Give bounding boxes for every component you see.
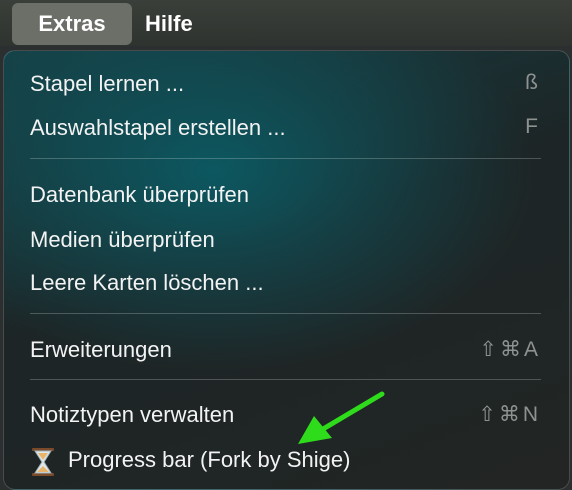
menu-item-auswahlstapel-erstellen[interactable]: Auswahlstapel erstellen ... F xyxy=(30,109,541,145)
menu-item-shortcut: F xyxy=(525,115,541,138)
extras-dropdown-menu: Stapel lernen ... ß Auswahlstapel erstel… xyxy=(3,50,570,490)
menu-item-shortcut: ⇧⌘A xyxy=(479,338,541,361)
green-arrow-annotation-icon xyxy=(298,391,385,444)
menu-item-progress-bar[interactable]: Progress bar (Fork by Shige) xyxy=(30,441,541,477)
menu-separator xyxy=(30,379,541,380)
menu-separator xyxy=(30,313,541,314)
menu-item-shortcut: ⇧⌘N xyxy=(478,403,541,426)
menu-item-stapel-lernen[interactable]: Stapel lernen ... ß xyxy=(30,65,541,101)
menu-item-erweiterungen[interactable]: Erweiterungen ⇧⌘A xyxy=(30,331,541,367)
menu-item-label: Auswahlstapel erstellen ... xyxy=(30,115,286,140)
menubar-extras[interactable]: Extras xyxy=(12,3,132,45)
menu-item-label: Leere Karten löschen ... xyxy=(30,270,264,295)
menu-item-leere-karten-loeschen[interactable]: Leere Karten löschen ... xyxy=(30,264,541,300)
menu-separator xyxy=(30,158,541,159)
menubar: Extras Hilfe xyxy=(0,0,572,46)
menu-item-label: Notiztypen verwalten xyxy=(30,402,235,427)
menu-item-label: Medien überprüfen xyxy=(30,227,215,252)
menubar-hilfe[interactable]: Hilfe xyxy=(145,3,193,45)
menu-item-label: Progress bar (Fork by Shige) xyxy=(68,447,351,472)
menu-item-notiztypen-verwalten[interactable]: Notiztypen verwalten ⇧⌘N xyxy=(30,396,541,432)
menu-item-label: Datenbank überprüfen xyxy=(30,182,249,207)
hourglass-icon xyxy=(32,448,54,476)
menu-item-medien-ueberpruefen[interactable]: Medien überprüfen xyxy=(30,221,541,257)
menu-item-label: Erweiterungen xyxy=(30,337,172,362)
menu-item-label: Stapel lernen ... xyxy=(30,71,185,96)
menu-item-datenbank-ueberpruefen[interactable]: Datenbank überprüfen xyxy=(30,176,541,212)
menu-item-shortcut: ß xyxy=(525,71,541,94)
